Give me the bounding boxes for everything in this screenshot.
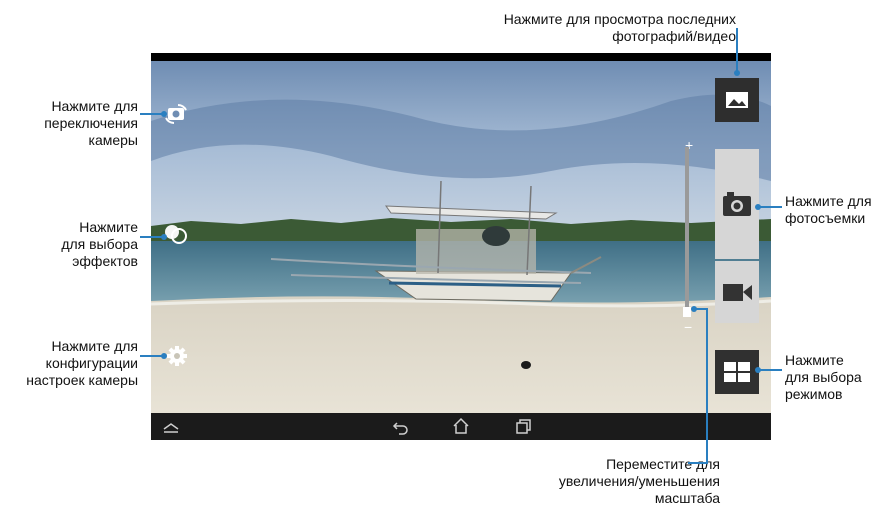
camera-screen: + −	[151, 53, 771, 440]
callout-shutter-line1: Нажмите для	[785, 193, 872, 209]
recent-apps-icon[interactable]	[513, 416, 533, 436]
camera-switch-icon[interactable]	[164, 104, 188, 129]
callout-modes: Нажмите для выбора режимов	[785, 352, 880, 403]
effects-icon[interactable]	[164, 223, 188, 250]
leader-recent	[736, 28, 738, 72]
leader-zoom-dot	[691, 306, 697, 312]
leader-modes-dot	[755, 367, 761, 373]
callout-switch-line1: Нажмите для	[51, 98, 138, 114]
modes-button[interactable]	[715, 350, 759, 394]
callout-switch-camera: Нажмите для переключения камеры	[0, 98, 138, 149]
callout-recent-line2: фотографий/видео	[612, 28, 736, 44]
callout-settings-line2: конфигурации	[45, 355, 138, 371]
callout-modes-line3: режимов	[785, 386, 843, 402]
leader-switch-dot	[161, 111, 167, 117]
callout-zoom-line3: масштаба	[654, 490, 720, 506]
callout-effects-line1: Нажмите	[79, 219, 138, 235]
gear-icon[interactable]	[166, 345, 188, 372]
callout-effects-line3: эффектов	[72, 253, 138, 269]
back-icon[interactable]	[391, 416, 411, 436]
leader-recent-dot	[734, 70, 740, 76]
callout-effects-line2: для выбора	[61, 236, 138, 252]
leader-shutter-dot	[755, 204, 761, 210]
callout-settings: Нажмите для конфигурации настроек камеры	[0, 338, 138, 389]
video-camera-icon	[723, 284, 752, 301]
zoom-slider-thumb[interactable]	[683, 307, 691, 317]
gallery-icon	[726, 92, 748, 108]
video-button[interactable]	[715, 261, 759, 323]
callout-switch-line3: камеры	[88, 132, 138, 148]
callout-shutter: Нажмите для фотосъемки	[785, 193, 880, 227]
leader-shutter	[758, 206, 782, 208]
callout-settings-line3: настроек камеры	[26, 372, 138, 388]
home-icon[interactable]	[451, 416, 471, 436]
callout-switch-line2: переключения	[44, 115, 138, 131]
beach-scene	[151, 61, 771, 413]
leader-zoom-end	[688, 462, 708, 464]
collapse-icon[interactable]	[161, 416, 181, 436]
modes-grid-icon	[724, 362, 750, 382]
camera-viewfinder[interactable]: + −	[151, 61, 771, 413]
callout-modes-line2: для выбора	[785, 369, 862, 385]
navigation-bar	[151, 413, 771, 440]
gallery-button[interactable]	[715, 78, 759, 122]
leader-modes	[758, 369, 782, 371]
callout-recent: Нажмите для просмотра последних фотограф…	[420, 11, 736, 45]
leader-zoom-v	[706, 308, 708, 464]
callout-zoom-line1: Переместите для	[606, 456, 720, 472]
zoom-slider-track[interactable]	[685, 147, 689, 317]
callout-recent-line1: Нажмите для просмотра последних	[503, 11, 736, 27]
zoom-minus-label: −	[684, 319, 693, 335]
camera-icon	[723, 192, 751, 216]
callout-zoom-line2: увеличения/уменьшения	[558, 473, 720, 489]
shutter-button[interactable]	[715, 149, 759, 259]
leader-settings-dot	[161, 353, 167, 359]
callout-shutter-line2: фотосъемки	[785, 210, 866, 226]
callout-modes-line1: Нажмите	[785, 352, 844, 368]
leader-effects-dot	[161, 234, 167, 240]
callout-settings-line1: Нажмите для	[51, 338, 138, 354]
callout-effects: Нажмите для выбора эффектов	[0, 219, 138, 270]
